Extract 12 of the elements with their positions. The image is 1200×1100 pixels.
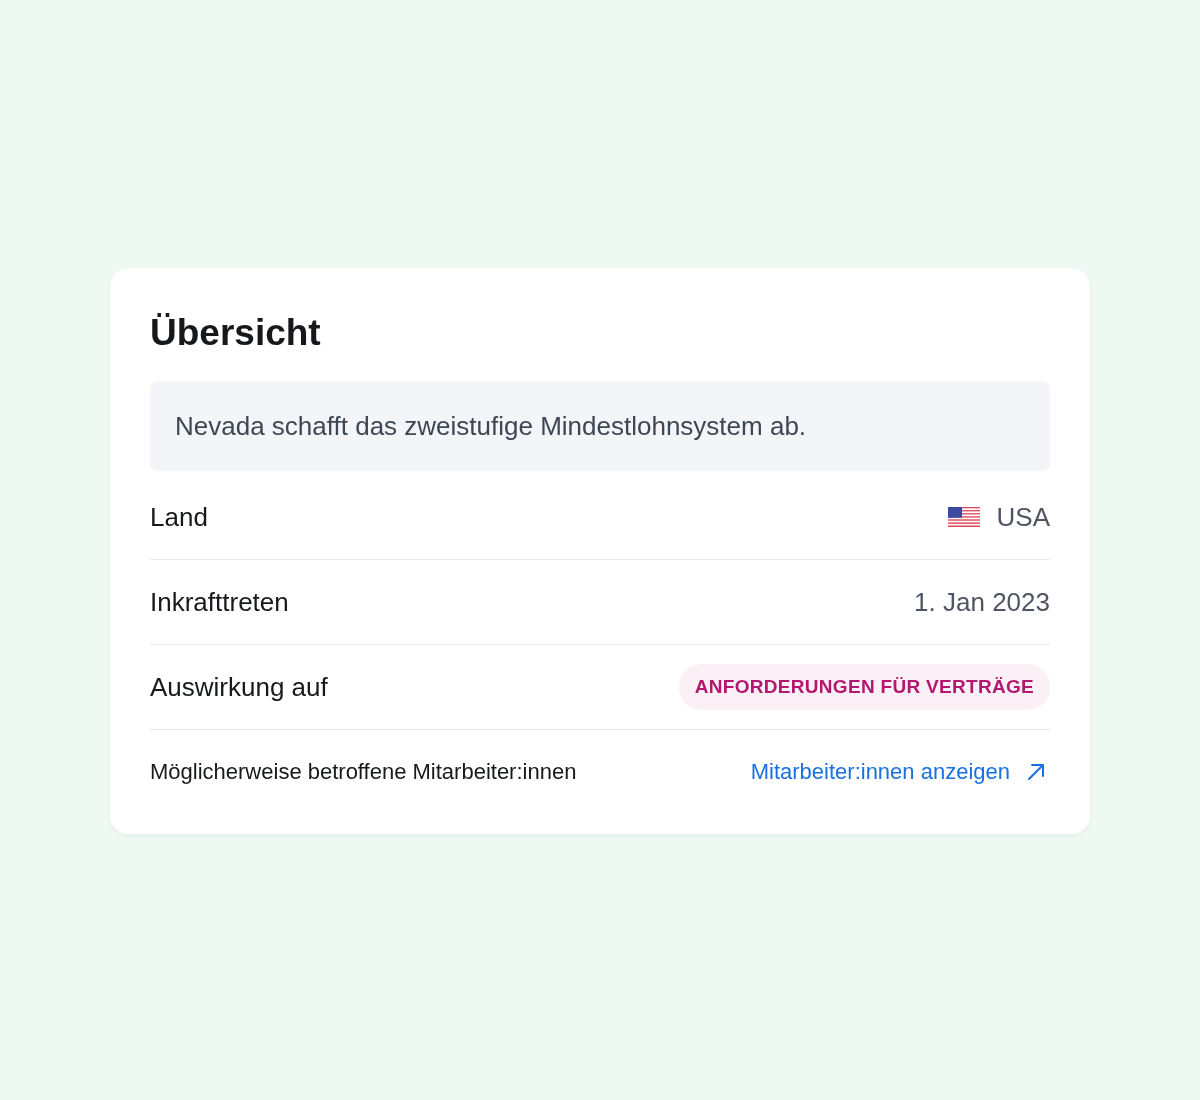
row-label: Möglicherweise betroffene Mitarbeiter:innen [150,759,577,785]
summary-text: Nevada schafft das zweistufige Mindestlohnsystem ab. [150,381,1050,471]
card-title: Übersicht [150,311,322,355]
row-label: Inkrafttreten [150,586,289,618]
arrow-up-right-icon [1026,762,1046,782]
view-employees-link[interactable]: Mitarbeiter:innen anzeigen [750,759,1046,785]
date-value: 1. Jan 2023 [914,586,1050,618]
row-label: Land [150,501,208,533]
country-value: USA [996,501,1050,533]
us-flag-icon [947,507,980,527]
impact-tag: ANFORDERUNGEN FÜR VERTRÄGE [678,664,1050,710]
row-label: Auswirkung auf [150,671,328,703]
